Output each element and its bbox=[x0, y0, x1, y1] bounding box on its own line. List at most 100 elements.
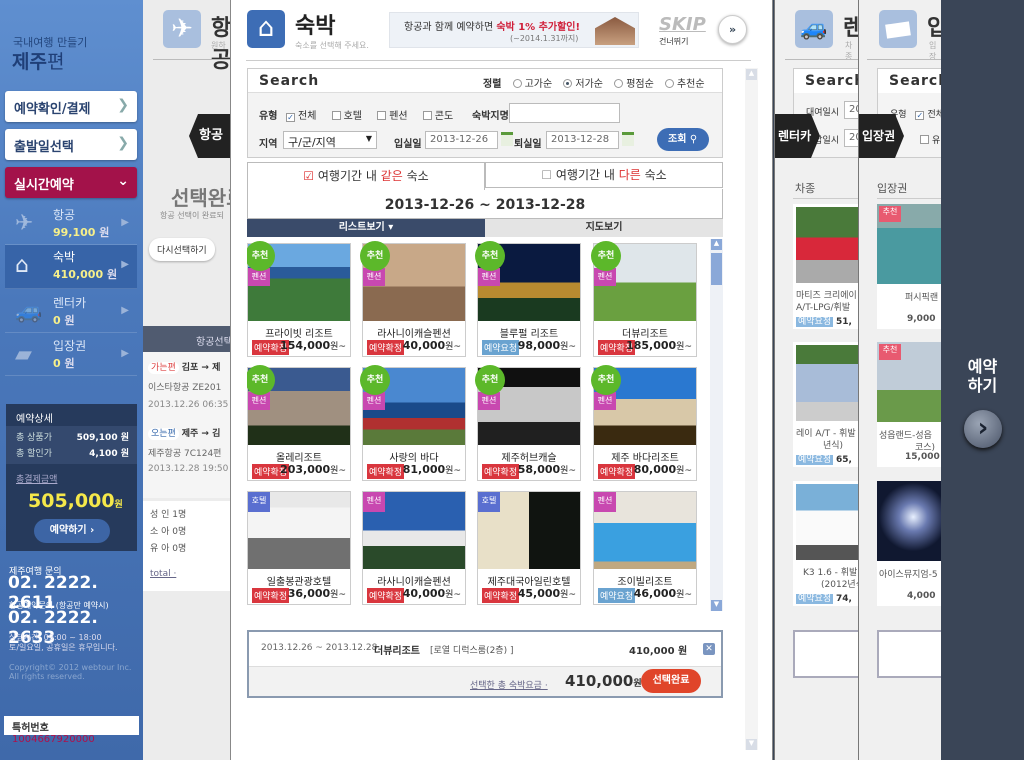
rentcar-tag[interactable]: 렌터카 bbox=[775, 114, 820, 158]
car-icon: 🚙 bbox=[15, 299, 43, 324]
search-button[interactable]: 조회 ⚲ bbox=[657, 128, 709, 151]
sidebar-item-rentcar[interactable]: 🚙 렌터카 0 원 ▶ bbox=[5, 291, 137, 333]
ticket-card[interactable]: 추천 성읍랜드-성읍 코스) 15,000 bbox=[877, 342, 941, 467]
lodging-list: 펜션 추천 프라이빗 리조트 예약확정 154,000원~ 펜션 추천 라사니이캐슬펜션 예약확… bbox=[247, 237, 723, 611]
status-badge: 예약확정 bbox=[598, 464, 636, 479]
list-view-tab[interactable]: 리스트보기 ▾ bbox=[247, 219, 485, 237]
type-hotel-checkbox[interactable]: 호텔 bbox=[331, 111, 362, 122]
lodging-card[interactable]: 펜션 추천 제주허브캐슬 예약확정 58,000원~ bbox=[475, 365, 581, 481]
lodging-name-input[interactable] bbox=[509, 103, 620, 123]
close-icon[interactable]: ✕ bbox=[703, 643, 715, 655]
lodging-card[interactable]: 펜션 조이빌리조트 예약요청 46,000원~ bbox=[593, 491, 697, 605]
departure-date-button[interactable]: 출발일선택 ❯ bbox=[5, 129, 137, 160]
unit: 원 bbox=[99, 226, 110, 239]
summary-dates: 2013.12.26 ~ 2013.12.28 bbox=[261, 643, 378, 653]
calendar-icon[interactable] bbox=[501, 132, 513, 146]
item-label: 입장권 bbox=[53, 339, 87, 353]
price: 36,000 bbox=[287, 587, 331, 600]
lodging-card[interactable]: 펜션 추천 더뷰리조트 예약확정 185,000원~ bbox=[591, 241, 697, 357]
book-label-a: 예약 bbox=[967, 357, 998, 376]
book-label[interactable]: 예약 하기 bbox=[941, 357, 1024, 395]
confirm-label: 예약확인/결제 bbox=[14, 102, 91, 117]
adult-count: 성 인 1명 bbox=[150, 510, 187, 520]
rights: All rights reserved. bbox=[9, 672, 85, 681]
select-complete-button[interactable]: 선택완료 bbox=[641, 669, 701, 693]
book-button[interactable]: 예약하기 › bbox=[34, 519, 110, 543]
house-icon: ⌂ bbox=[247, 10, 285, 48]
checkbox-checked-icon[interactable]: ✓ bbox=[915, 111, 925, 120]
skip-button[interactable]: » bbox=[718, 15, 747, 44]
car-price-row: 예약요청 74, bbox=[796, 591, 852, 604]
tab-different-lodging[interactable]: ☐ 여행기간 내 다른 숙소 bbox=[485, 162, 723, 188]
price: 45,000 bbox=[517, 587, 561, 600]
lodging-card[interactable]: 펜션 추천 라사니이캐슬펜션 예약확정 40,000원~ bbox=[360, 241, 466, 357]
ticket-title: 입 bbox=[927, 10, 941, 42]
date-label: 출발일선택 bbox=[14, 140, 74, 155]
lodging-name: 제주 바다리조트 bbox=[611, 453, 679, 464]
scroll-down-icon[interactable]: ▼ bbox=[746, 739, 757, 750]
scroll-up-icon[interactable]: ▲ bbox=[711, 239, 722, 250]
lodging-card[interactable]: 호텔 일출봉관광호텔 예약확정 36,000원~ bbox=[247, 491, 351, 605]
lodging-price: 46,000원~ bbox=[634, 587, 692, 600]
scroll-up-icon[interactable]: ▲ bbox=[746, 69, 757, 80]
map-view-tab[interactable]: 지도보기 bbox=[485, 219, 723, 237]
lodging-card[interactable]: 호텔 제주대국아일린호텔 예약확정 45,000원~ bbox=[477, 491, 581, 605]
lodging-card[interactable]: 펜션 추천 블루펄 리조트 예약요청 98,000원~ bbox=[475, 241, 581, 357]
calendar-icon[interactable] bbox=[622, 132, 634, 146]
ticket-card[interactable]: 아이스뮤지엄-5 4,000 bbox=[877, 481, 941, 606]
patent-number: 1004667920000 bbox=[12, 734, 95, 745]
sort-rating[interactable]: 평점순 bbox=[614, 79, 654, 90]
car-price: 65, bbox=[836, 455, 852, 465]
promo-banner[interactable]: 항공과 함께 예약하면 숙박 1% 추가할인! (~2014.1.31까지) bbox=[389, 12, 639, 48]
car-card[interactable]: 마티즈 크리에이 A/T-LPG/휘발 예약요청 51, bbox=[793, 204, 859, 329]
type-pension-checkbox[interactable]: 펜션 bbox=[377, 111, 408, 122]
flight-tag[interactable]: 항공 bbox=[189, 114, 230, 158]
checkbox-icon[interactable] bbox=[920, 135, 929, 144]
rental-date-input[interactable]: 20 bbox=[844, 101, 859, 119]
child-count: 소 아 0명 bbox=[150, 527, 187, 537]
ticket-type-row: 유형 ✓전체 bbox=[890, 107, 941, 120]
sidebar-item-lodging[interactable]: ⌂ 숙박 410,000 원 ▶ bbox=[5, 245, 137, 289]
region-select[interactable]: 구/군/지역 ▼ bbox=[283, 131, 377, 149]
tab-same-lodging[interactable]: ☑ 여행기간 내 같은 숙소 bbox=[247, 162, 485, 190]
sidebar-item-flight[interactable]: ✈ 항공 99,100 원 ▶ bbox=[5, 203, 137, 245]
sidebar-item-ticket[interactable]: ▰ 입장권 0 원 ▶ bbox=[5, 334, 137, 376]
type-badge: 호텔 bbox=[478, 492, 500, 512]
realtime-booking-button[interactable]: 실시간예약 ⌄ bbox=[5, 167, 137, 198]
lodging-card[interactable]: 펜션 추천 사랑의 바다 예약확정 81,000원~ bbox=[360, 365, 466, 481]
lodging-card[interactable]: 펜션 추천 프라이빗 리조트 예약확정 154,000원~ bbox=[247, 241, 351, 357]
sort-high[interactable]: 고가순 bbox=[512, 79, 553, 90]
summary-hotel: 더뷰리조트 bbox=[374, 646, 420, 657]
confirm-payment-button[interactable]: 예약확인/결제 ❯ bbox=[5, 91, 137, 122]
ticket-card[interactable]: 추천 퍼시픽랜 9,000 bbox=[877, 204, 941, 329]
lodging-card[interactable]: 펜션 추천 제주 바다리조트 예약확정 80,000원~ bbox=[591, 365, 697, 481]
unit: 원 bbox=[114, 500, 123, 510]
type-label: 유형 bbox=[259, 111, 278, 122]
lodging-name: 조이빌리조트 bbox=[617, 577, 673, 588]
return-date-input[interactable]: 20 bbox=[844, 129, 859, 147]
lodging-name: 라사니이캐슬펜션 bbox=[377, 577, 451, 588]
book-next-button[interactable]: › bbox=[964, 410, 1002, 448]
car-card[interactable]: K3 1.6 - 휘발(2012년식예약요청 74, bbox=[793, 481, 859, 606]
patent-label: 특허번호 bbox=[12, 723, 49, 734]
lodging-card[interactable]: 펜션 라사니이캐슬펜션 예약확정 40,000원~ bbox=[362, 491, 466, 605]
scroll-thumb[interactable] bbox=[711, 253, 722, 285]
checkin-input[interactable]: 2013-12-26 bbox=[425, 131, 513, 149]
type-all-checkbox[interactable]: ✓ 전체 bbox=[286, 111, 316, 122]
search-icon: ⚲ bbox=[689, 134, 698, 145]
car-card[interactable]: 레이 A/T - 휘발 년식) 예약요청 65, bbox=[793, 342, 859, 467]
page-scrollbar[interactable]: ▲ ▼ bbox=[745, 68, 758, 750]
reselect-button[interactable]: 다시선택하기 bbox=[149, 238, 215, 261]
sort-low[interactable]: 저가순 bbox=[563, 79, 603, 90]
sort-recommend[interactable]: 추천순 bbox=[664, 79, 705, 90]
scroll-down-icon[interactable]: ▼ bbox=[711, 600, 722, 611]
list-scrollbar[interactable]: ▲ ▼ bbox=[710, 239, 723, 611]
ticket-search-title: Search bbox=[889, 73, 941, 89]
sort-label-text: 고가순 bbox=[524, 79, 553, 90]
lodging-card[interactable]: 펜션 추천 올레리조트 예약확정 203,000원~ bbox=[247, 365, 351, 481]
type-condo-checkbox[interactable]: 콘도 bbox=[422, 111, 453, 122]
checkout-input[interactable]: 2013-12-28 bbox=[546, 131, 634, 149]
car-image bbox=[796, 207, 859, 283]
skip-label[interactable]: SKIP bbox=[659, 14, 706, 35]
ticket-tag[interactable]: 입장권 bbox=[859, 114, 904, 158]
